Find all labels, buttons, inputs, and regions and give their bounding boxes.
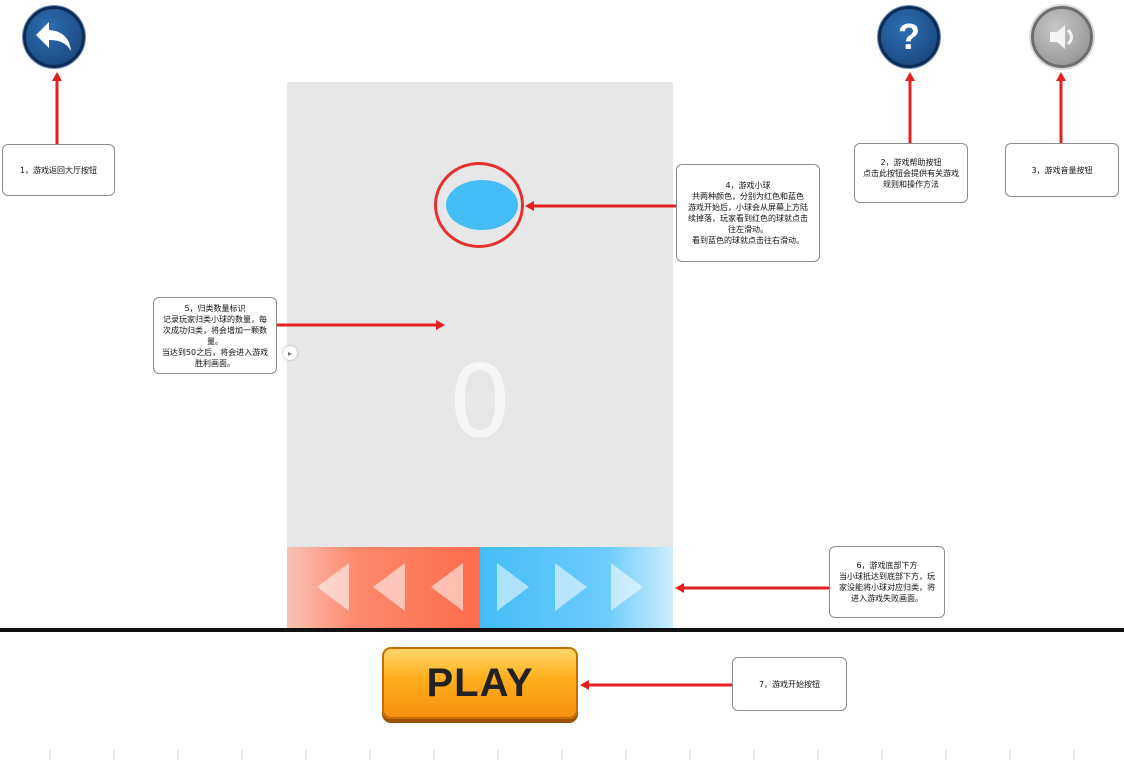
sound-button[interactable] bbox=[1031, 6, 1093, 68]
section-divider bbox=[0, 628, 1124, 632]
sorted-count-score: 0 bbox=[448, 343, 512, 460]
note-game-ball: 4，游戏小球 共两种颜色，分别为红色和蓝色 游戏开始后，小球会从屏幕上方陆 续掉… bbox=[676, 164, 820, 262]
left-arrows-icon bbox=[317, 563, 463, 611]
note-count-indicator: 5，归类数量标识 记录玩家归类小球的数量，每 次成功归类，将会增加一颗数 量。 … bbox=[153, 297, 277, 374]
back-to-lobby-button[interactable] bbox=[23, 6, 85, 68]
note-play-button: 7，游戏开始按钮 bbox=[732, 657, 847, 711]
play-button-label: PLAY bbox=[426, 660, 534, 705]
right-arrows-icon bbox=[497, 563, 643, 611]
back-arrow-icon bbox=[36, 22, 71, 51]
help-button[interactable]: ? bbox=[878, 6, 940, 68]
bottom-ruler bbox=[49, 750, 1075, 760]
speaker-icon bbox=[1050, 25, 1073, 49]
play-button[interactable]: PLAY bbox=[382, 647, 578, 719]
left-swipe-zone[interactable] bbox=[287, 547, 480, 628]
note-help-button: 2，游戏帮助按钮 点击此按钮会提供有关游戏 规则和操作方法 bbox=[854, 143, 968, 203]
expand-handle[interactable]: ▸ bbox=[283, 346, 297, 360]
question-mark-icon: ? bbox=[898, 16, 920, 57]
note-sound-button: 3，游戏音量按钮 bbox=[1005, 143, 1119, 197]
note-back-button: 1，游戏返回大厅按钮 bbox=[2, 144, 115, 196]
right-swipe-zone[interactable] bbox=[480, 547, 673, 628]
game-ball bbox=[446, 180, 518, 230]
note-bottom-zone: 6，游戏底部下方 当小球抵达到底部下方，玩 家没能将小球对应归类，将 进入游戏失… bbox=[829, 546, 945, 618]
